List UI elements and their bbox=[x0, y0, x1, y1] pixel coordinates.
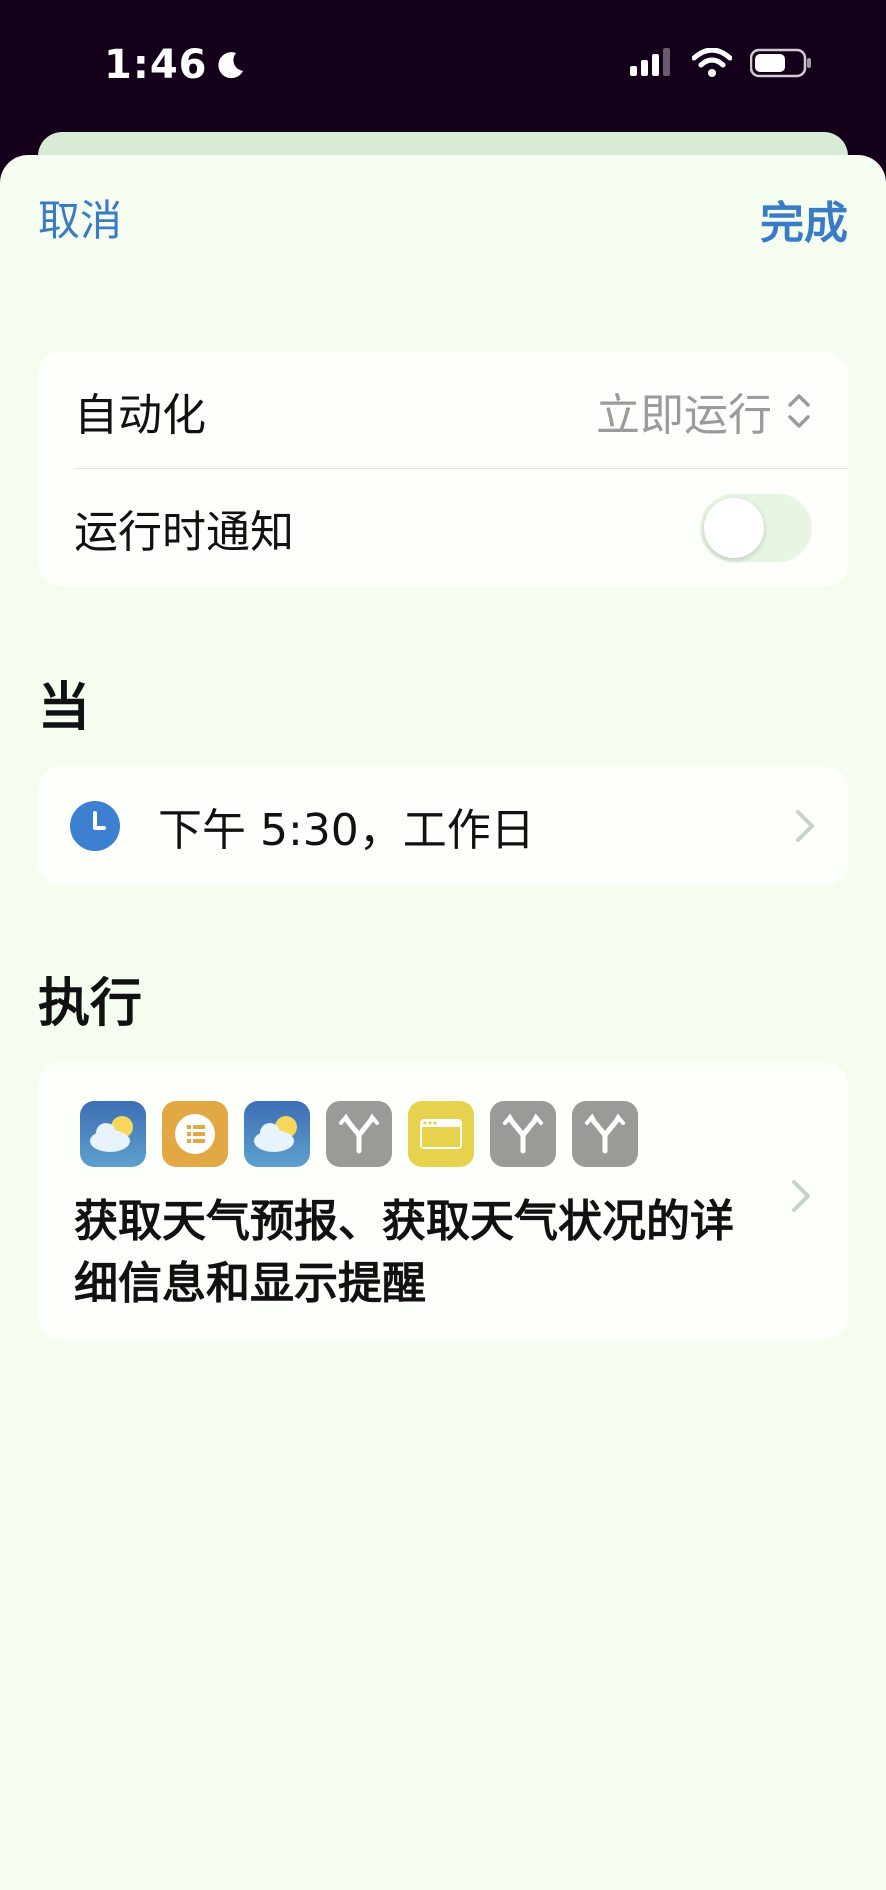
notify-label: 运行时通知 bbox=[74, 506, 294, 558]
status-time-text: 1:46 bbox=[104, 42, 208, 88]
automation-value-text: 立即运行 bbox=[596, 389, 772, 441]
actions-card[interactable]: 获取天气预报、获取天气状况的详细信息和显示提醒 bbox=[38, 1063, 848, 1339]
automation-sheet: 取消 完成 自动化 立即运行 运行时通知 当 下午 5:30，工作日 执行 获取… bbox=[0, 155, 886, 1890]
clock-icon bbox=[70, 801, 120, 851]
cellular-signal-icon bbox=[630, 48, 670, 76]
when-section-title: 当 bbox=[38, 678, 91, 738]
status-indicators bbox=[630, 48, 812, 78]
automation-value[interactable]: 立即运行 bbox=[596, 379, 812, 443]
battery-icon bbox=[750, 48, 811, 78]
branch-icon bbox=[572, 1101, 638, 1167]
trigger-text: 下午 5:30，工作日 bbox=[158, 805, 535, 856]
chevron-up-down-icon bbox=[788, 393, 810, 428]
weather-icon bbox=[80, 1101, 146, 1167]
action-icons bbox=[80, 1101, 638, 1167]
actions-description: 获取天气预报、获取天气状况的详细信息和显示提醒 bbox=[74, 1196, 734, 1309]
chevron-right-icon bbox=[792, 1180, 810, 1212]
toggle-knob bbox=[704, 497, 764, 558]
branch-icon bbox=[490, 1101, 556, 1167]
list-icon bbox=[162, 1101, 228, 1167]
moon-icon bbox=[217, 52, 243, 79]
cancel-button[interactable]: 取消 bbox=[38, 187, 122, 248]
wifi-icon bbox=[692, 48, 732, 77]
do-section-title: 执行 bbox=[38, 974, 143, 1034]
trigger-card[interactable]: 下午 5:30，工作日 bbox=[38, 767, 848, 885]
notify-toggle[interactable] bbox=[700, 493, 812, 562]
weather-icon bbox=[244, 1101, 310, 1167]
settings-card: 自动化 立即运行 运行时通知 bbox=[38, 352, 848, 586]
automation-row[interactable]: 自动化 立即运行 bbox=[38, 352, 848, 469]
chevron-right-icon bbox=[796, 810, 814, 842]
window-icon bbox=[408, 1101, 474, 1167]
status-time: 1:46 bbox=[104, 42, 246, 88]
branch-icon bbox=[326, 1101, 392, 1167]
notify-row: 运行时通知 bbox=[38, 469, 848, 586]
done-button[interactable]: 完成 bbox=[760, 187, 848, 251]
automation-label: 自动化 bbox=[74, 389, 206, 441]
status-bar: 1:46 bbox=[0, 0, 886, 135]
